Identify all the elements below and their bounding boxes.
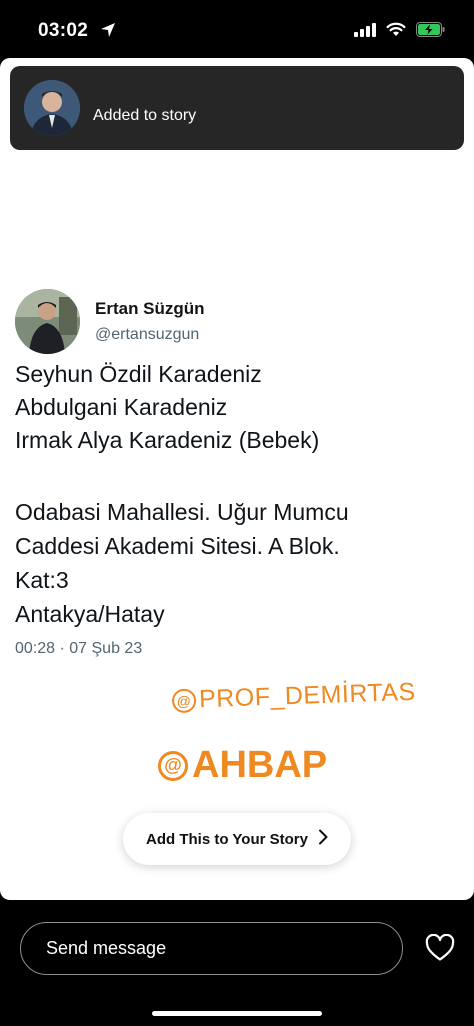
tweet-text-line: Caddesi Akademi Sitesi. A Blok. xyxy=(15,533,340,559)
author-name: Ertan Süzgün xyxy=(95,299,205,318)
status-icons xyxy=(354,22,446,42)
tweet-text-line: Abdulgani Karadeniz xyxy=(15,394,228,420)
wifi-icon xyxy=(386,22,406,42)
story-viewer[interactable]: Added to story Ertan Süzgün @ertansuzgun… xyxy=(0,58,474,900)
at-sign-icon: @ xyxy=(171,687,197,713)
avatar xyxy=(15,289,80,354)
signal-icon xyxy=(354,22,376,42)
reply-bar: Send message xyxy=(0,900,474,1026)
toast-text: Added to story xyxy=(93,107,197,124)
status-time: 03:02 xyxy=(38,20,89,41)
toast-avatar xyxy=(24,80,80,136)
add-to-story-button[interactable]: Add This to Your Story xyxy=(123,813,351,865)
added-to-story-toast: Added to story xyxy=(10,66,464,150)
mention-sticker[interactable]: @ PROF_DEMİRTAS xyxy=(171,677,417,715)
tweet-text-line: Seyhun Özdil Karadeniz xyxy=(15,361,262,387)
status-bar: 03:02 xyxy=(0,0,474,62)
tweet-text-line: Kat:3 xyxy=(15,567,69,593)
mention-sticker-label: PROF_DEMİRTAS xyxy=(198,677,417,714)
heart-icon[interactable] xyxy=(425,933,455,967)
mention-sticker-label: AHBAP xyxy=(192,744,328,786)
tweet-timestamp: 00:28 · 07 Şub 23 xyxy=(15,640,143,657)
location-arrow-icon xyxy=(100,22,116,43)
send-message-input[interactable]: Send message xyxy=(20,922,403,975)
battery-charging-icon xyxy=(416,22,446,42)
tweet-text-line: Antakya/Hatay xyxy=(15,601,165,627)
add-to-story-label: Add This to Your Story xyxy=(146,830,308,848)
at-sign-icon: @ xyxy=(158,750,188,781)
chevron-right-icon xyxy=(318,829,328,850)
author-handle: @ertansuzgun xyxy=(95,326,200,343)
home-indicator xyxy=(152,1011,322,1016)
tweet-text-line: Irmak Alya Karadeniz (Bebek) xyxy=(15,427,320,453)
mention-sticker[interactable]: @ AHBAP xyxy=(158,744,327,787)
tweet-text-line: Odabasi Mahallesi. Uğur Mumcu xyxy=(15,499,349,525)
